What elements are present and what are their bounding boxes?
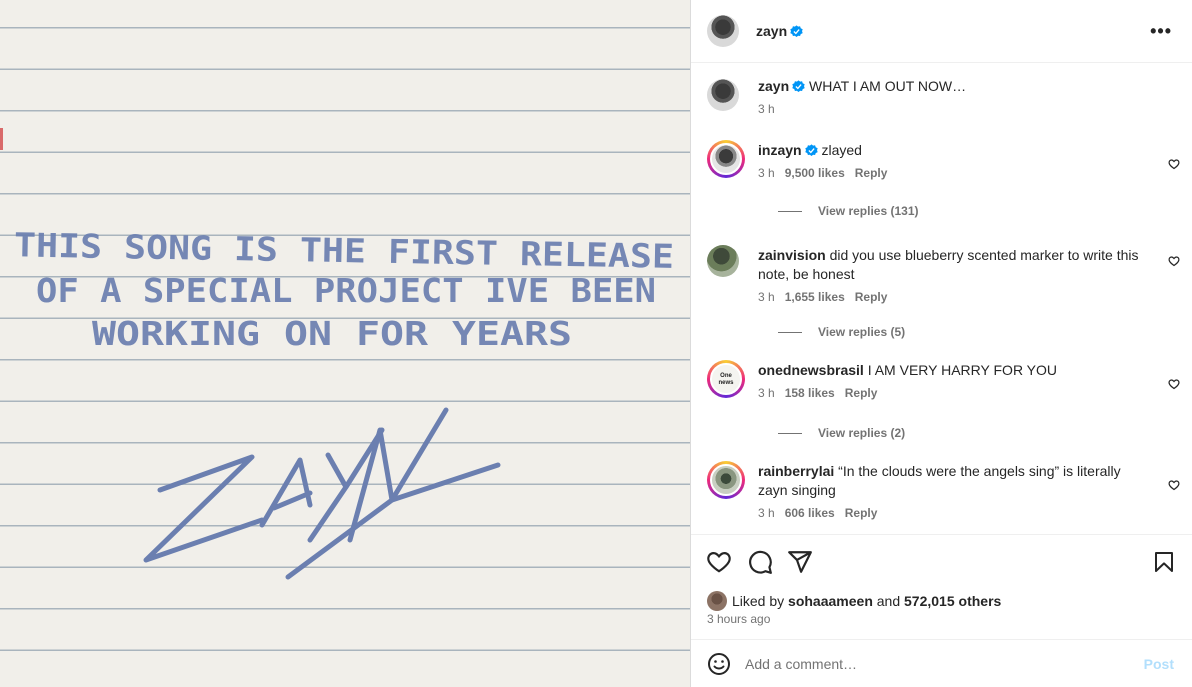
verified-badge-icon [792, 80, 805, 93]
comment-time: 3 h [758, 166, 775, 180]
post-detail-panel: zayn ••• zayn WHAT I AM OUT NOW… 3 h inz… [690, 0, 1192, 687]
view-replies-button[interactable]: View replies (131) [778, 204, 919, 218]
save-bookmark-icon[interactable] [1152, 549, 1176, 575]
note-line-3: WORKING ON FOR YEARS [92, 314, 572, 353]
avatar-text-line: news [718, 380, 734, 386]
caption-username[interactable]: zayn [758, 78, 789, 94]
post-image: THIS SONG IS THE FIRST RELEASE OF A SPEC… [0, 0, 690, 687]
emoji-icon[interactable] [707, 652, 731, 676]
view-replies-button[interactable]: View replies (2) [778, 426, 905, 440]
note-line-2: OF A SPECIAL PROJECT IVE BEEN [36, 271, 656, 310]
comment-likes[interactable]: 1,655 likes [785, 290, 845, 304]
like-comment-icon[interactable] [1168, 479, 1180, 491]
comment-username[interactable]: zainvision [758, 247, 826, 263]
avatar-text-line: One [720, 373, 732, 379]
reply-button[interactable]: Reply [855, 166, 888, 180]
handwritten-note: THIS SONG IS THE FIRST RELEASE OF A SPEC… [14, 225, 675, 580]
comment-time: 3 h [758, 386, 775, 400]
share-send-icon[interactable] [787, 549, 813, 575]
comment-username[interactable]: inzayn [758, 142, 802, 158]
note-line-1: THIS SONG IS THE FIRST RELEASE [14, 225, 675, 276]
like-comment-icon[interactable] [1168, 255, 1180, 267]
post-actions-bar: Liked by sohaaameen and 572,015 others 3… [691, 534, 1192, 640]
likes-and: and [876, 593, 901, 609]
comment-likes[interactable]: 9,500 likes [785, 166, 845, 180]
add-comment-bar: Post [691, 640, 1192, 687]
caption-text: WHAT I AM OUT NOW… [809, 78, 967, 94]
comment-input[interactable] [745, 655, 1115, 672]
comment-bubble-icon[interactable] [747, 549, 773, 575]
author-username[interactable]: zayn [756, 23, 787, 39]
comment-text: I AM VERY HARRY FOR YOU [867, 362, 1058, 378]
comment-username[interactable]: rainberrylai [758, 463, 834, 479]
commenter-avatar[interactable] [707, 461, 745, 499]
verified-badge-icon [804, 144, 818, 157]
reply-button[interactable]: Reply [855, 290, 888, 304]
like-heart-icon[interactable] [706, 549, 732, 575]
view-replies-button[interactable]: View replies (5) [778, 325, 905, 339]
comment-username[interactable]: onednewsbrasil [758, 362, 864, 378]
caption-avatar[interactable] [707, 79, 739, 111]
author-avatar[interactable] [707, 15, 739, 47]
comment-time: 3 h [758, 290, 775, 304]
likes-summary: Liked by sohaaameen and 572,015 others [707, 591, 1001, 611]
liker-username[interactable]: sohaaameen [788, 593, 873, 609]
comment-text: zlayed [821, 142, 862, 158]
like-comment-icon[interactable] [1168, 158, 1180, 170]
reply-button[interactable]: Reply [845, 386, 878, 400]
liker-avatar[interactable] [707, 591, 727, 611]
post-comment-button[interactable]: Post [1144, 656, 1174, 672]
reply-button[interactable]: Reply [845, 506, 878, 520]
comment-time: 3 h [758, 506, 775, 520]
commenter-avatar[interactable]: One news [707, 360, 745, 398]
more-options-icon[interactable]: ••• [1150, 22, 1172, 40]
comment-likes[interactable]: 606 likes [785, 506, 835, 520]
comments-list: zayn WHAT I AM OUT NOW… 3 h inzayn zlaye… [691, 63, 1192, 534]
signature-zayn [143, 407, 501, 580]
liked-by-label: Liked by [732, 593, 785, 609]
verified-badge-icon [790, 24, 803, 37]
likes-others-count[interactable]: 572,015 others [904, 593, 1001, 609]
commenter-avatar[interactable] [707, 245, 739, 277]
caption-time: 3 h [758, 102, 775, 116]
comment-likes[interactable]: 158 likes [785, 386, 835, 400]
post-time: 3 hours ago [707, 612, 771, 626]
like-comment-icon[interactable] [1168, 378, 1180, 390]
commenter-avatar[interactable] [707, 140, 745, 178]
post-header: zayn ••• [691, 0, 1192, 63]
